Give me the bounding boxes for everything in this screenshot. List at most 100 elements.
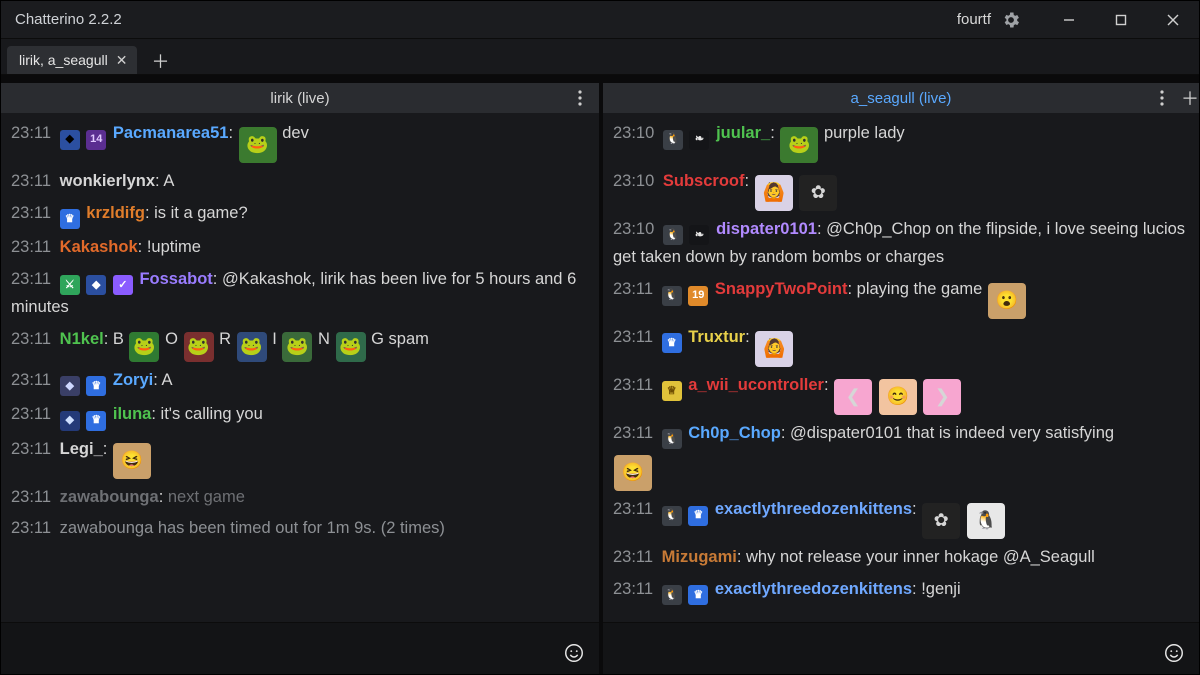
emote-icon: 🐸 bbox=[184, 332, 214, 362]
app-title: Chatterino 2.2.2 bbox=[15, 11, 122, 28]
system-message: 23:11 zawabounga has been timed out for … bbox=[11, 516, 593, 542]
chat-message: 23:11 Mizugami: why not release your inn… bbox=[613, 545, 1193, 571]
titlebar-right: fourtf bbox=[957, 1, 1199, 38]
username[interactable]: Truxtur bbox=[688, 328, 745, 346]
emote-icon: ❮ bbox=[834, 379, 872, 415]
chat-message: 23:11 🐧 ♛ exactlythreedozenkittens: !gen… bbox=[613, 577, 1193, 606]
chat-left[interactable]: 23:11 ◆ 14 Pacmanarea51: 🐸 dev 23:11 wonk… bbox=[1, 113, 599, 622]
emote-icon: 😊 bbox=[879, 379, 917, 415]
badge-icon: 🐧 bbox=[663, 130, 683, 150]
chat-message: 23:11 🐧 19 SnappyTwoPoint: playing the g… bbox=[613, 277, 1193, 319]
emote-icon: ✿ bbox=[922, 503, 960, 539]
timestamp: 23:10 bbox=[613, 124, 654, 142]
chat-message: 23:11 🐧 ♛ exactlythreedozenkittens: ✿ 🐧 bbox=[613, 497, 1193, 539]
badge-icon: ✓ bbox=[113, 275, 133, 295]
timestamp: 23:11 bbox=[613, 328, 653, 346]
input-area-left[interactable] bbox=[1, 622, 599, 674]
emote-icon: 😆 bbox=[614, 455, 652, 491]
tab-close-icon[interactable]: ✕ bbox=[116, 52, 128, 69]
system-text: zawabounga has been timed out for 1m 9s.… bbox=[60, 519, 445, 537]
chat-message: 23:11 ♛ krzldifg: is it a game? bbox=[11, 201, 593, 230]
username[interactable]: zawabounga bbox=[60, 488, 159, 506]
chat-message: 23:11 Legi_: 😆 bbox=[11, 437, 593, 479]
message-text: !uptime bbox=[147, 238, 201, 256]
username[interactable]: dispater0101 bbox=[716, 220, 817, 238]
badge-icon: 🐧 bbox=[662, 429, 682, 449]
message-text: O bbox=[165, 330, 178, 348]
timestamp: 23:11 bbox=[613, 376, 653, 394]
message-text: I bbox=[272, 330, 277, 348]
split-header-left[interactable]: lirik (live) bbox=[1, 83, 599, 113]
username[interactable]: Zoryi bbox=[113, 371, 153, 389]
add-split-button[interactable]: ＋ bbox=[1179, 83, 1200, 113]
badge-icon: ♛ bbox=[60, 209, 80, 229]
message-text: why not release your inner hokage @A_Sea… bbox=[746, 548, 1095, 566]
username[interactable]: iluna bbox=[113, 405, 152, 423]
chat-message: 23:10 🐧 ❧ dispater0101: @Ch0p_Chop on th… bbox=[613, 217, 1193, 271]
chat-message: 23:10 Subscroof: 🙆 ✿ bbox=[613, 169, 1193, 211]
message-text: purple lady bbox=[824, 124, 905, 142]
username[interactable]: Kakashok bbox=[60, 238, 138, 256]
message-text: B bbox=[113, 330, 124, 348]
emote-icon: 😮 bbox=[988, 283, 1026, 319]
split-title-left: lirik (live) bbox=[270, 90, 329, 107]
tab-label: lirik, a_seagull bbox=[19, 52, 108, 68]
timestamp: 23:11 bbox=[613, 280, 653, 298]
split-menu-right[interactable] bbox=[1149, 83, 1175, 113]
username[interactable]: exactlythreedozenkittens bbox=[715, 500, 912, 518]
badge-icon: 19 bbox=[688, 286, 708, 306]
timestamp: 23:11 bbox=[11, 371, 51, 389]
emote-icon: 🐸 bbox=[237, 332, 267, 362]
badge-icon: ◆ bbox=[60, 376, 80, 396]
badge-icon: ❧ bbox=[689, 225, 709, 245]
badge-icon: ⚔ bbox=[60, 275, 80, 295]
emote-icon: 🙆 bbox=[755, 175, 793, 211]
username[interactable]: SnappyTwoPoint bbox=[715, 280, 848, 298]
split-right: a_seagull (live) ＋ 23:10 🐧 ❧ juular_: 🐸 … bbox=[603, 83, 1199, 674]
emote-icon: 🐸 bbox=[282, 332, 312, 362]
settings-icon[interactable] bbox=[1001, 10, 1021, 30]
chat-message: 23:11 ◆ ♛ iluna: it's calling you bbox=[11, 402, 593, 431]
message-text: A bbox=[161, 371, 172, 389]
username[interactable]: Mizugami bbox=[662, 548, 737, 566]
timestamp: 23:10 bbox=[613, 172, 654, 190]
split-header-right[interactable]: a_seagull (live) ＋ bbox=[603, 83, 1199, 113]
message-text: dev bbox=[282, 124, 309, 142]
chat-message: 23:11 wonkierlynx: A bbox=[11, 169, 593, 195]
minimize-button[interactable] bbox=[1043, 1, 1095, 38]
badge-icon: ♛ bbox=[86, 376, 106, 396]
username[interactable]: Legi_ bbox=[60, 440, 103, 458]
split-title-right: a_seagull (live) bbox=[851, 90, 952, 107]
maximize-button[interactable] bbox=[1095, 1, 1147, 38]
username[interactable]: exactlythreedozenkittens bbox=[715, 580, 912, 598]
emote-picker-icon[interactable] bbox=[1163, 642, 1185, 664]
timestamp: 23:11 bbox=[11, 204, 51, 222]
username[interactable]: N1kel bbox=[60, 330, 104, 348]
username[interactable]: a_wii_ucontroller bbox=[688, 376, 824, 394]
tabs-row: lirik, a_seagull ✕ ＋ bbox=[1, 39, 1199, 75]
username[interactable]: Pacmanarea51 bbox=[113, 124, 229, 142]
username[interactable]: Ch0p_Chop bbox=[688, 424, 781, 442]
message-text: is it a game? bbox=[154, 204, 248, 222]
message-text: next game bbox=[168, 488, 245, 506]
badge-icon: 🐧 bbox=[662, 506, 682, 526]
username[interactable]: Fossabot bbox=[139, 270, 212, 288]
chat-right[interactable]: 23:10 🐧 ❧ juular_: 🐸 purple lady23:10 Su… bbox=[603, 113, 1199, 622]
message-text: playing the game bbox=[857, 280, 983, 298]
username[interactable]: juular_ bbox=[716, 124, 770, 142]
add-tab-button[interactable]: ＋ bbox=[147, 48, 173, 74]
badge-icon: ♛ bbox=[662, 333, 682, 353]
emote-picker-icon[interactable] bbox=[563, 642, 585, 664]
chat-message: 23:11 ◆ 14 Pacmanarea51: 🐸 dev bbox=[11, 121, 593, 163]
timestamp: 23:10 bbox=[613, 220, 654, 238]
split-menu-left[interactable] bbox=[567, 83, 593, 113]
badge-icon: ♛ bbox=[86, 411, 106, 431]
username[interactable]: Subscroof bbox=[663, 172, 745, 190]
username[interactable]: wonkierlynx bbox=[60, 172, 155, 190]
close-button[interactable] bbox=[1147, 1, 1199, 38]
chat-message: 23:11 🐧 Ch0p_Chop: @dispater0101 that is… bbox=[613, 421, 1193, 491]
input-area-right[interactable] bbox=[603, 622, 1199, 674]
chat-message: 23:11 ♕ a_wii_ucontroller: ❮ 😊 ❯ bbox=[613, 373, 1193, 415]
username[interactable]: krzldifg bbox=[86, 204, 145, 222]
tab-active[interactable]: lirik, a_seagull ✕ bbox=[7, 46, 137, 74]
